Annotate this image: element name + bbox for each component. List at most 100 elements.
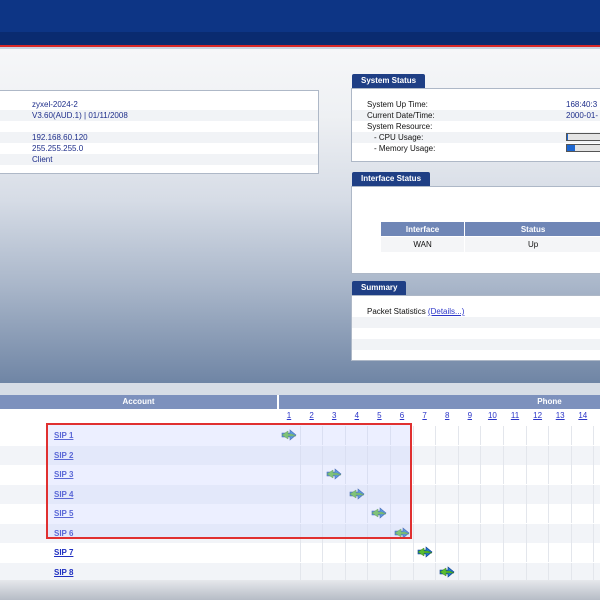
phone-number-4[interactable]: 4 (346, 411, 368, 420)
phone-mapping-cell[interactable] (414, 523, 437, 543)
cpu-label: - CPU Usage: (374, 133, 424, 142)
phone-mapping-cell[interactable] (459, 484, 482, 504)
phone-mapping-cell[interactable] (481, 543, 504, 562)
phone-mapping-cell[interactable] (368, 543, 391, 562)
summary-blank-row-1 (352, 317, 600, 328)
phone-mapping-cell[interactable] (527, 426, 550, 445)
phone-mapping-cell[interactable] (459, 445, 482, 465)
phone-mapping-cell[interactable] (549, 465, 572, 484)
phone-mapping-cell[interactable] (549, 445, 572, 465)
phone-mapping-cell[interactable] (414, 445, 437, 465)
phone-mapping-cell[interactable] (549, 543, 572, 562)
phone-mapping-cell[interactable] (459, 504, 482, 523)
phone-mapping-cell[interactable] (504, 523, 527, 543)
phone-mapping-cell[interactable] (572, 504, 595, 523)
phone-mapping-cell[interactable] (572, 426, 595, 445)
phone-mapping-cell[interactable] (278, 543, 301, 562)
account-subheader (0, 409, 277, 424)
top-banner-shade (0, 32, 600, 45)
ip-address-value: 192.168.60.120 (32, 133, 88, 142)
phone-mapping-cell[interactable] (481, 484, 504, 504)
phone-number-11[interactable]: 11 (504, 411, 526, 420)
phone-mapping-cell[interactable] (481, 504, 504, 523)
phone-mapping-cell[interactable] (527, 543, 550, 562)
phone-mapping-cell[interactable] (436, 484, 459, 504)
phone-mapping-cell[interactable] (549, 484, 572, 504)
phone-mapping-cell[interactable] (414, 484, 437, 504)
phone-mapping-cell[interactable] (549, 504, 572, 523)
phone-mapping-cell[interactable] (436, 426, 459, 445)
phone-number-6[interactable]: 6 (391, 411, 413, 420)
sip-account-link[interactable]: SIP 7 (54, 548, 73, 557)
bidirectional-arrow-icon (439, 565, 455, 578)
phone-mapping-cell[interactable] (459, 543, 482, 562)
phone-number-1[interactable]: 1 (278, 411, 300, 420)
phone-mapping-cell[interactable] (481, 445, 504, 465)
phone-mapping-cell[interactable] (572, 523, 595, 543)
phone-mapping-cell[interactable] (301, 543, 324, 562)
phone-mapping-cell[interactable] (549, 426, 572, 445)
phone-mapping-cell[interactable] (323, 562, 346, 582)
phone-mapping-cell[interactable] (414, 562, 437, 582)
phone-mapping-cell[interactable] (504, 445, 527, 465)
phone-mapping-cell[interactable] (278, 562, 301, 582)
phone-mapping-cell[interactable] (572, 445, 595, 465)
phone-number-10[interactable]: 10 (481, 411, 503, 420)
phone-mapping-cell[interactable] (504, 543, 527, 562)
phone-mapping-cell[interactable] (572, 543, 595, 562)
phone-mapping-cell[interactable] (436, 523, 459, 543)
phone-number-12[interactable]: 12 (527, 411, 549, 420)
phone-mapping-cell[interactable] (481, 562, 504, 582)
packet-statistics-details-link[interactable]: (Details...) (428, 307, 464, 316)
phone-mapping-cell[interactable] (549, 523, 572, 543)
phone-mapping-cell[interactable] (436, 543, 459, 562)
phone-mapping-cell[interactable] (527, 523, 550, 543)
phone-mapping-cell[interactable] (436, 504, 459, 523)
system-status-panel: System Up Time: 168:40:3 Current Date/Ti… (351, 88, 600, 162)
phone-mapping-cell[interactable] (504, 562, 527, 582)
phone-mapping-cell[interactable] (459, 562, 482, 582)
phone-mapping-cell[interactable] (346, 562, 369, 582)
phone-number-2[interactable]: 2 (301, 411, 323, 420)
phone-mapping-cell[interactable] (323, 543, 346, 562)
phone-mapping-cell[interactable] (504, 484, 527, 504)
phone-mapping-cell[interactable] (549, 562, 572, 582)
phone-mapping-cell[interactable] (346, 543, 369, 562)
phone-number-3[interactable]: 3 (323, 411, 345, 420)
phone-mapping-cell[interactable] (572, 562, 595, 582)
phone-mapping-cell[interactable] (572, 484, 595, 504)
phone-number-7[interactable]: 7 (414, 411, 436, 420)
phone-mapping-cell[interactable] (527, 465, 550, 484)
phone-mapping-cell[interactable] (459, 426, 482, 445)
phone-mapping-cell[interactable] (481, 465, 504, 484)
phone-mapping-cell[interactable] (481, 523, 504, 543)
phone-mapping-cell[interactable] (459, 523, 482, 543)
phone-mapping-cell[interactable] (391, 562, 414, 582)
phone-number-9[interactable]: 9 (459, 411, 481, 420)
phone-number-5[interactable]: 5 (368, 411, 390, 420)
phone-mapping-cell[interactable] (436, 465, 459, 484)
phone-mapping-cell[interactable] (481, 426, 504, 445)
phone-number-14[interactable]: 14 (572, 411, 594, 420)
phone-mapping-cell[interactable] (504, 465, 527, 484)
phone-number-13[interactable]: 13 (549, 411, 571, 420)
sip-account-link[interactable]: SIP 8 (54, 568, 73, 577)
memory-usage-bar (566, 144, 600, 152)
phone-mapping-cell[interactable] (301, 562, 324, 582)
phone-mapping-cell[interactable] (527, 504, 550, 523)
phone-number-8[interactable]: 8 (436, 411, 458, 420)
phone-mapping-cell[interactable] (572, 465, 595, 484)
phone-mapping-cell[interactable] (459, 465, 482, 484)
phone-mapping-cell[interactable] (391, 543, 414, 562)
phone-mapping-cell[interactable] (504, 504, 527, 523)
phone-mapping-cell[interactable] (414, 504, 437, 523)
phone-mapping-cell[interactable] (414, 426, 437, 445)
phone-mapping-cell[interactable] (504, 426, 527, 445)
account-header-label: Account (122, 397, 155, 406)
phone-mapping-cell[interactable] (527, 562, 550, 582)
phone-mapping-cell[interactable] (527, 484, 550, 504)
phone-mapping-cell[interactable] (527, 445, 550, 465)
phone-mapping-cell[interactable] (368, 562, 391, 582)
phone-mapping-cell[interactable] (414, 465, 437, 484)
phone-mapping-cell[interactable] (436, 445, 459, 465)
